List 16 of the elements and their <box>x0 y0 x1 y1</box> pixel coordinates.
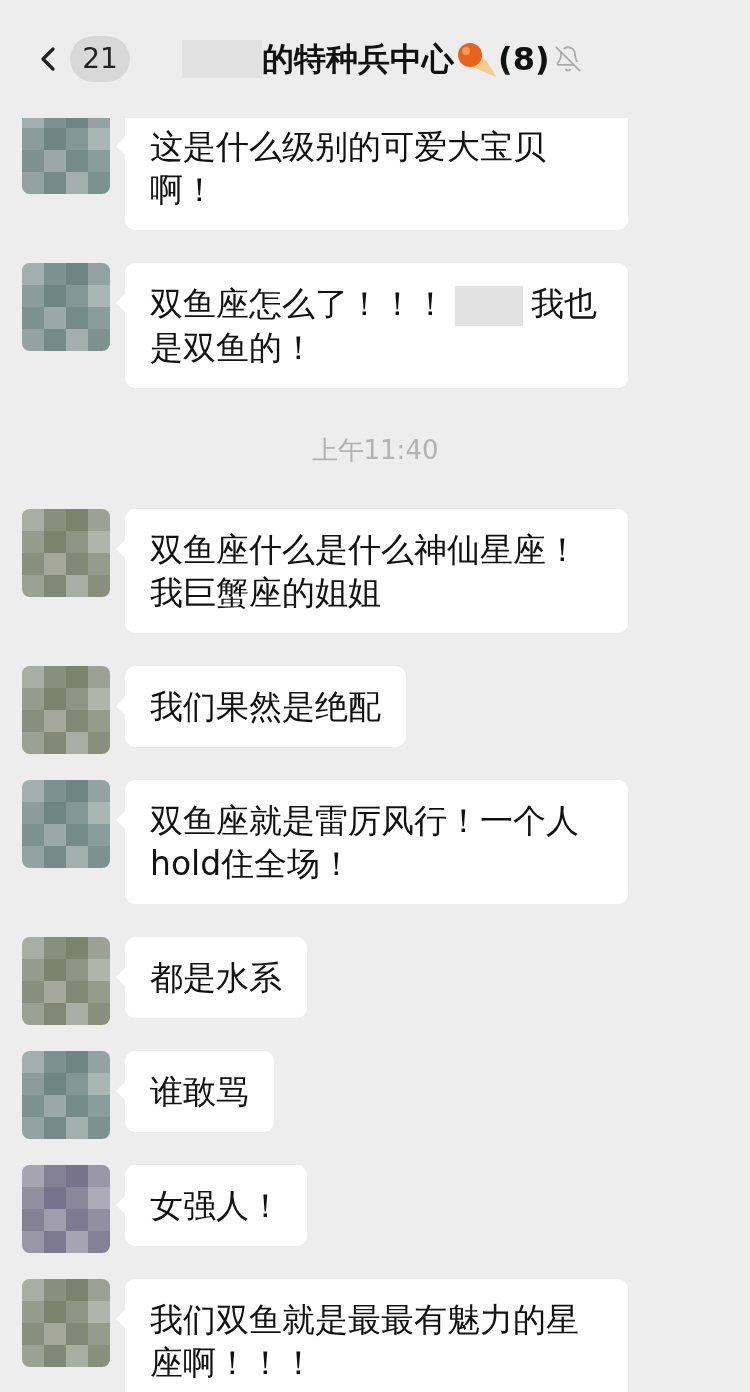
message-text: 谁敢骂 <box>150 1070 249 1113</box>
message-text: 双鱼座什么是什么神仙星座！我巨蟹座的姐姐 <box>150 528 580 614</box>
message-text: 这是什么级别的可爱大宝贝啊！ <box>150 126 547 211</box>
message-text: 我们双鱼就是最最有魅力的星座啊！！！ <box>150 1298 580 1384</box>
timestamp: 上午11:40 <box>311 433 439 467</box>
message-text: 双鱼座怎么了！！！ <box>150 283 447 325</box>
message-text: 双鱼座就是雷厉风行！一个人hold住全场！ <box>150 799 580 885</box>
message-text: 我们果然是绝配 <box>150 685 381 728</box>
member-count: (8) <box>498 39 550 80</box>
redaction-block <box>455 285 523 326</box>
message-text: 是双鱼的！ <box>150 326 315 369</box>
message-text: 我也 <box>531 283 597 325</box>
unread-badge: 21 <box>70 36 130 82</box>
message-text: 女强人！ <box>150 1184 282 1227</box>
message-text: 都是水系 <box>150 956 282 999</box>
chat-title: 的特种兵中心 <box>262 39 454 80</box>
